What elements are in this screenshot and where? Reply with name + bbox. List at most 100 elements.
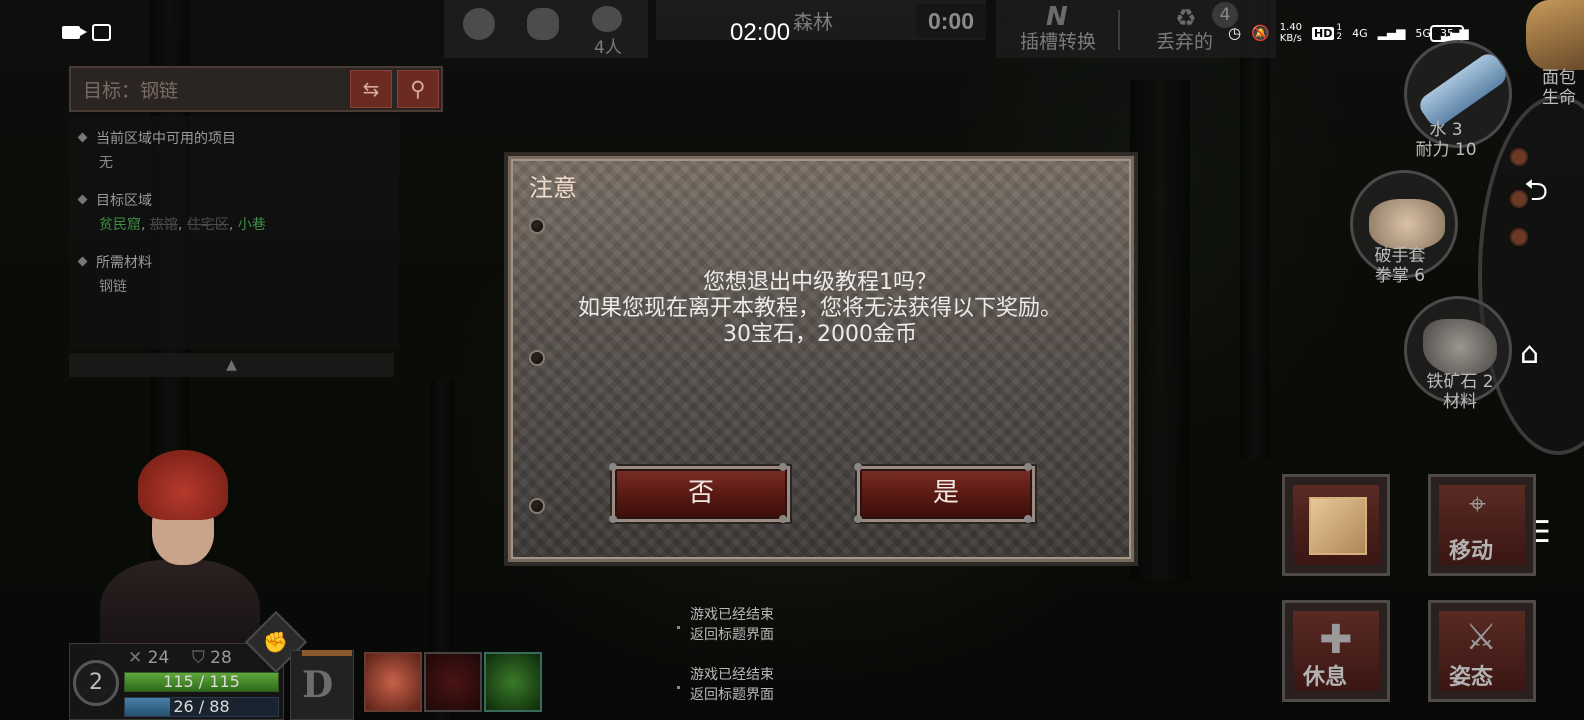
bread-item-label: 面包 生命 bbox=[1542, 68, 1584, 108]
home-nav-icon[interactable]: ⌂ bbox=[1520, 336, 1539, 371]
move-label: 移动 bbox=[1449, 539, 1494, 564]
message-bullet bbox=[677, 686, 680, 689]
shield-icon: ⛉ bbox=[192, 648, 205, 668]
materials-value: 钢链 bbox=[99, 279, 127, 295]
character-portrait bbox=[100, 450, 260, 680]
collapse-panel-button[interactable]: ▲ bbox=[69, 353, 394, 377]
gloves-item-label: 破手套 拳掌 6 bbox=[1340, 246, 1460, 286]
defense-value: 28 bbox=[210, 648, 232, 668]
screw-icon bbox=[779, 515, 787, 523]
ore-icon bbox=[1423, 319, 1497, 375]
zone-slum[interactable]: 贫民窟 bbox=[99, 217, 141, 233]
stance-label: 姿态 bbox=[1449, 665, 1494, 690]
materials-heading: 所需材料 bbox=[77, 252, 152, 272]
water-item-label: 水 3 耐力 10 bbox=[1396, 120, 1496, 160]
signal-icon: ▂▄▆ bbox=[1377, 26, 1406, 40]
available-items-heading: 当前区域中可用的项目 bbox=[77, 128, 236, 148]
grade-letter: D bbox=[302, 664, 334, 706]
network-4g: 4G bbox=[1352, 26, 1368, 40]
rivet-icon bbox=[529, 218, 545, 234]
system-status-bar: 02:00 ◷ 🔕 1.40 KB/s HD 1 2 4G ▂▄▆ 5G ▂▄▆… bbox=[0, 0, 1584, 64]
item-label-line: 铁矿石 2 bbox=[1426, 372, 1494, 392]
system-clock: 02:00 bbox=[730, 19, 791, 46]
available-items-value: 无 bbox=[99, 155, 113, 171]
dialog-message-line: 您想退出中级教程1吗？ bbox=[703, 270, 937, 295]
item-label-line: 拳掌 6 bbox=[1374, 266, 1426, 286]
zone-alley[interactable]: 小巷 bbox=[238, 217, 266, 233]
item-label-line: 耐力 10 bbox=[1415, 140, 1477, 160]
bread-icon bbox=[1309, 497, 1367, 555]
sword-icon: ✕ bbox=[128, 648, 143, 668]
screw-icon bbox=[609, 515, 617, 523]
zone-residential[interactable]: 住宅区 bbox=[187, 217, 229, 233]
eat-action-button[interactable] bbox=[1282, 474, 1390, 576]
item-label-line: 面包 bbox=[1542, 68, 1576, 88]
sp-text: 26 / 88 bbox=[173, 697, 230, 716]
screw-icon bbox=[854, 463, 862, 471]
screen-cast-icon bbox=[92, 24, 111, 41]
no-button[interactable]: 否 bbox=[612, 466, 790, 522]
item-label-line: 破手套 bbox=[1374, 246, 1426, 266]
system-message: 游戏已经结束 返回标题界面 bbox=[690, 665, 774, 705]
system-message-line: 返回标题界面 bbox=[690, 687, 774, 703]
attack-value: 24 bbox=[147, 648, 170, 668]
dialog-message-line: 如果您现在离开本教程，您将无法获得以下奖励。 bbox=[577, 296, 1062, 321]
gloves-icon bbox=[1369, 199, 1445, 249]
screw-icon bbox=[779, 463, 787, 471]
target-zone-title: 目标区域 bbox=[96, 193, 152, 209]
iron-ore-item-label: 铁矿石 2 材料 bbox=[1400, 372, 1520, 412]
rest-label: 休息 bbox=[1303, 665, 1348, 690]
rivet-icon bbox=[529, 498, 545, 514]
rest-action-button[interactable]: ✚ 休息 bbox=[1282, 600, 1390, 702]
fist-icon: ✊ bbox=[263, 630, 288, 654]
dialog-title: 注意 bbox=[529, 174, 577, 202]
skill-slot-punch[interactable] bbox=[364, 652, 422, 712]
dialog-reward-line: 30宝石，2000金币 bbox=[723, 322, 917, 347]
skill-slot-green[interactable] bbox=[484, 652, 542, 712]
skill-slot-empty[interactable] bbox=[424, 652, 482, 712]
bullet-icon bbox=[77, 194, 88, 205]
level-badge: 2 bbox=[73, 660, 119, 706]
mute-icon: 🔕 bbox=[1251, 24, 1270, 42]
defense-stat: ⛉ 28 bbox=[192, 648, 232, 668]
confirm-exit-dialog bbox=[508, 156, 1134, 562]
attack-stat: ✕ 24 bbox=[128, 648, 169, 668]
dialog-message: 您想退出中级教程1吗？ 如果您现在离开本教程，您将无法获得以下奖励。 30宝石，… bbox=[530, 270, 1110, 348]
screw-icon bbox=[1024, 515, 1032, 523]
bullet-icon bbox=[77, 256, 88, 267]
materials-title: 所需材料 bbox=[96, 255, 152, 271]
alarm-icon: ◷ bbox=[1228, 24, 1242, 42]
item-label-line: 材料 bbox=[1443, 392, 1477, 412]
target-zone-heading: 目标区域 bbox=[77, 190, 152, 210]
stance-action-button[interactable]: ⚔ 姿态 bbox=[1428, 600, 1536, 702]
hd-badge: HD bbox=[1312, 26, 1335, 40]
screw-icon bbox=[854, 515, 862, 523]
system-message-line: 游戏已经结束 bbox=[690, 607, 774, 623]
system-message-line: 返回标题界面 bbox=[690, 627, 774, 643]
hp-text: 115 / 115 bbox=[163, 672, 240, 691]
item-label-line: 生命 bbox=[1542, 88, 1576, 108]
item-label-line: 水 3 bbox=[1429, 120, 1463, 140]
move-action-button[interactable]: ⌖ 移动 bbox=[1428, 474, 1536, 576]
swap-icon[interactable]: ⇆ bbox=[350, 70, 392, 108]
medical-cross-icon: ✚ bbox=[1319, 617, 1353, 663]
map-pin-icon: ⌖ bbox=[1469, 487, 1486, 522]
back-nav-icon[interactable]: ⮌ bbox=[1524, 168, 1548, 219]
bullet-icon bbox=[77, 132, 88, 143]
video-camera-icon bbox=[62, 26, 87, 39]
available-items-title: 当前区域中可用的项目 bbox=[96, 131, 236, 147]
screw-icon bbox=[1024, 463, 1032, 471]
target-zone-list: 贫民窟, 旅馆, 住宅区, 小巷 bbox=[99, 217, 266, 233]
yes-button[interactable]: 是 bbox=[857, 466, 1035, 522]
grade-progress bbox=[302, 650, 352, 656]
network-speed: 1.40 KB/s bbox=[1279, 22, 1303, 44]
target-label: 目标：钢链 bbox=[83, 80, 179, 102]
water-bottle-icon bbox=[1415, 49, 1511, 131]
dial-knob bbox=[1510, 228, 1528, 246]
bread-item[interactable] bbox=[1526, 0, 1584, 70]
system-message: 游戏已经结束 返回标题界面 bbox=[690, 605, 774, 645]
network-5g: 5G bbox=[1415, 26, 1431, 40]
search-icon[interactable]: ⚲ bbox=[397, 70, 439, 108]
zone-hotel[interactable]: 旅馆 bbox=[150, 217, 178, 233]
dial-knob bbox=[1510, 148, 1528, 166]
